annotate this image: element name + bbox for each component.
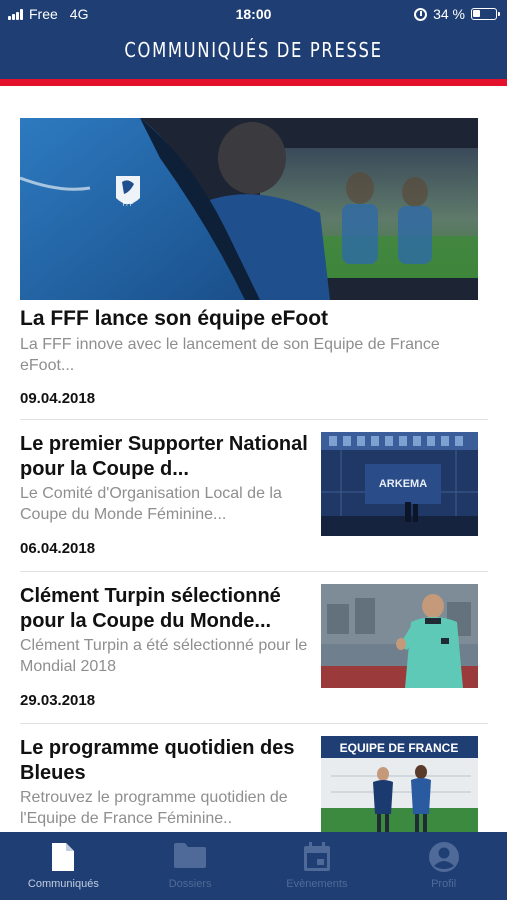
featured-article-image[interactable]: FFF: [20, 118, 478, 300]
article-summary: Le Comité d'Organisation Local de la Cou…: [20, 485, 282, 523]
article-title[interactable]: Clément Turpin sélectionné pour la Coupe…: [20, 584, 312, 634]
article-summary: Retrouvez le programme quotidien de l'Eq…: [20, 789, 288, 827]
tab-dossiers[interactable]: Dossiers: [127, 832, 254, 900]
article-date: 29.03.2018: [20, 692, 96, 709]
divider: [20, 723, 488, 724]
folder-icon: [173, 841, 207, 874]
battery-icon: [471, 8, 500, 20]
article-date: 06.04.2018: [20, 540, 96, 557]
calendar-icon: [302, 841, 332, 878]
page-title: COMMUNIQUÉS DE PRESSE: [124, 38, 383, 62]
tab-evenements[interactable]: Evènements: [254, 832, 381, 900]
tab-profil[interactable]: Profil: [380, 832, 507, 900]
equipe-de-france-sign: EQUIPE DE FRANCE: [340, 741, 459, 755]
featured-article-summary: La FFF innove avec le lancement de son E…: [20, 336, 440, 374]
press-release-list[interactable]: FFF La FFF lance son équipe eFoot La FFF…: [0, 86, 507, 832]
battery-level: [473, 10, 480, 17]
tab-label: Evènements: [286, 878, 348, 890]
article-title[interactable]: Le premier Supporter National pour la Co…: [20, 432, 312, 482]
divider: [20, 571, 488, 572]
article-item[interactable]: Le premier Supporter National pour la Co…: [20, 432, 478, 562]
featured-article-title[interactable]: La FFF lance son équipe eFoot: [20, 306, 478, 332]
article-thumbnail[interactable]: EQUIPE DE FRANCE: [321, 736, 478, 832]
tab-bar: Communiqués Dossiers Evènements Profil: [0, 832, 507, 900]
document-icon: [50, 841, 76, 878]
alarm-icon: [414, 7, 428, 21]
profile-icon: [428, 841, 460, 878]
arkema-sign: ARKEMA: [379, 478, 427, 490]
article-title[interactable]: Le programme quotidien des Bleues: [20, 736, 312, 786]
article-item[interactable]: Clément Turpin sélectionné pour la Coupe…: [20, 584, 478, 714]
top-bar: Free 4G 18:00 34 % COMMUNIQUÉS DE PRESSE: [0, 0, 507, 79]
tab-communiques[interactable]: Communiqués: [0, 832, 127, 900]
article-item[interactable]: Le programme quotidien des Bleues Retrou…: [20, 736, 478, 832]
tab-label: Communiqués: [27, 878, 99, 890]
featured-article-date: 09.04.2018: [20, 390, 96, 407]
tab-label: Dossiers: [168, 878, 212, 890]
featured-article[interactable]: FFF La FFF lance son équipe eFoot La FFF…: [20, 118, 478, 407]
article-thumbnail[interactable]: [321, 584, 478, 688]
header-accent-line: [0, 79, 507, 86]
article-thumbnail[interactable]: ARKEMA: [321, 432, 478, 536]
svg-text:FFF: FFF: [123, 202, 134, 208]
status-bar: Free 4G 18:00 34 %: [0, 0, 507, 28]
battery-percent: 34 %: [433, 6, 465, 22]
article-summary: Clément Turpin a été sélectionné pour le…: [20, 637, 308, 675]
divider: [20, 419, 488, 420]
tab-label: Profil: [431, 878, 457, 890]
